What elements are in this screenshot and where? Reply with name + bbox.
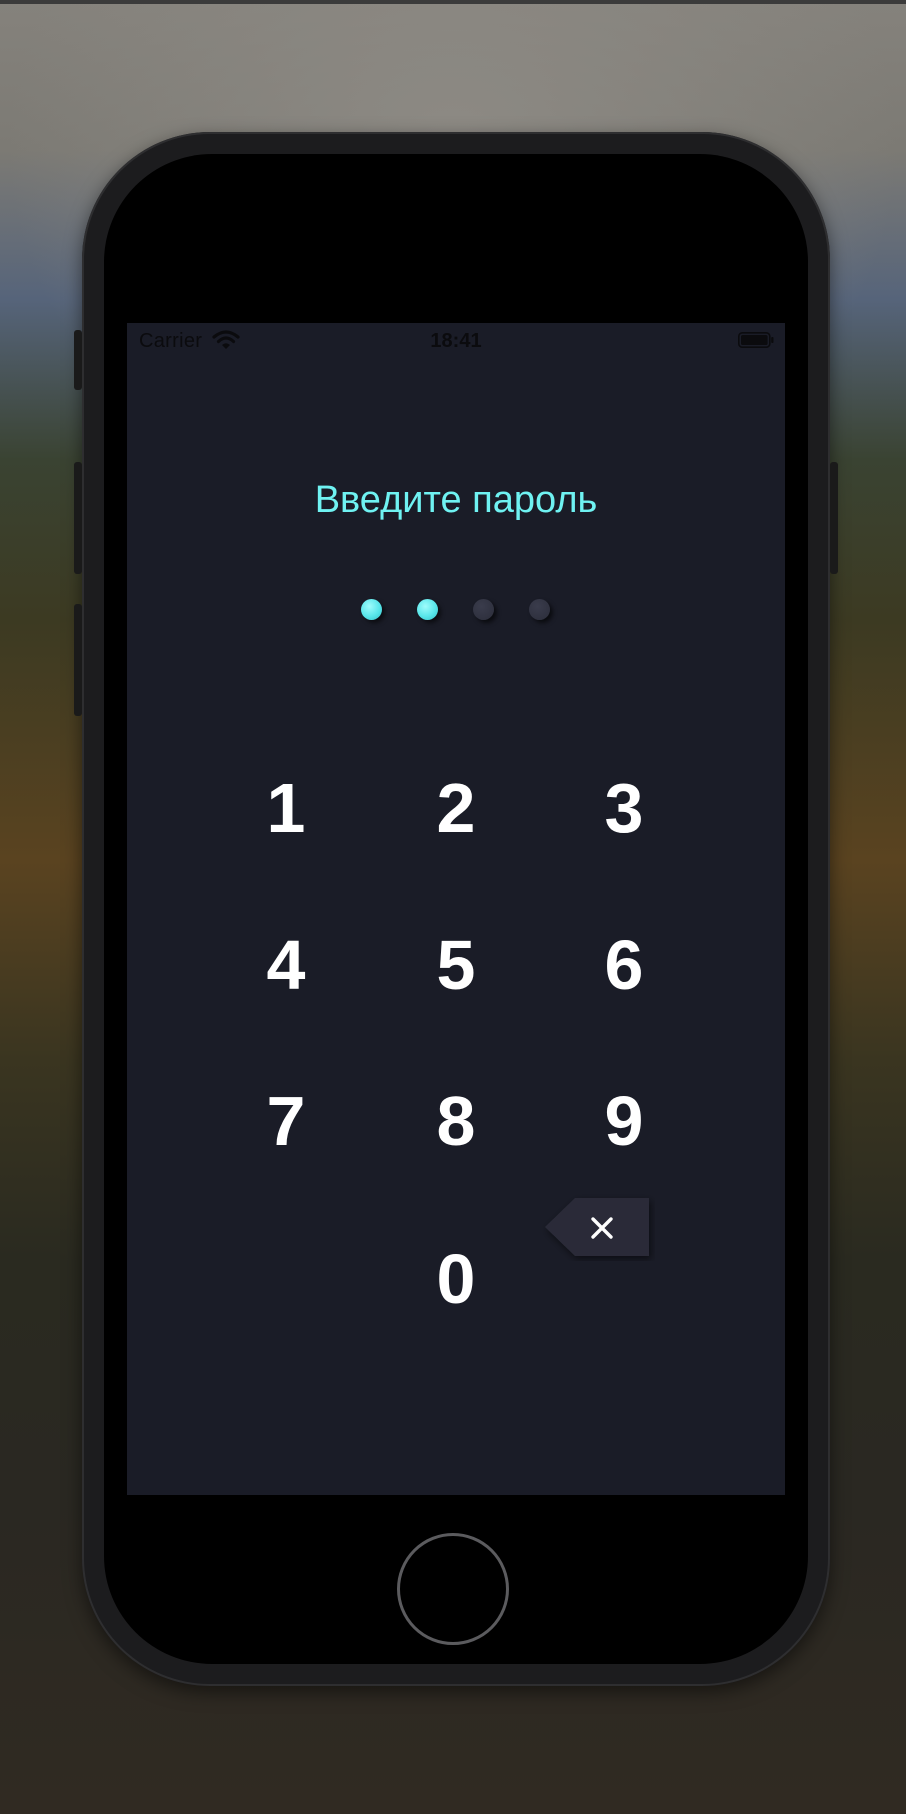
key-3[interactable]: 3 [569,753,679,863]
delete-button[interactable] [537,1193,655,1261]
phone-screen: Carrier 18:41 Введите пароль 1 2 3 4 5 6… [127,323,785,1495]
passcode-dot-empty [473,599,494,620]
key-0[interactable]: 0 [401,1224,511,1334]
key-8[interactable]: 8 [401,1066,511,1176]
key-2[interactable]: 2 [401,753,511,863]
passcode-dot-filled [361,599,382,620]
home-button[interactable] [397,1533,509,1645]
mute-switch [74,330,82,390]
key-6[interactable]: 6 [569,910,679,1020]
passcode-dot-empty [529,599,550,620]
window-top-edge [0,0,906,4]
key-9[interactable]: 9 [569,1066,679,1176]
power-button [830,462,838,574]
key-7[interactable]: 7 [231,1066,341,1176]
passcode-indicator [127,323,785,623]
key-5[interactable]: 5 [401,910,511,1020]
backspace-x-icon [545,1198,649,1256]
key-4[interactable]: 4 [231,910,341,1020]
key-1[interactable]: 1 [231,753,341,863]
volume-up-button [74,462,82,574]
volume-down-button [74,604,82,716]
passcode-dot-filled [417,599,438,620]
